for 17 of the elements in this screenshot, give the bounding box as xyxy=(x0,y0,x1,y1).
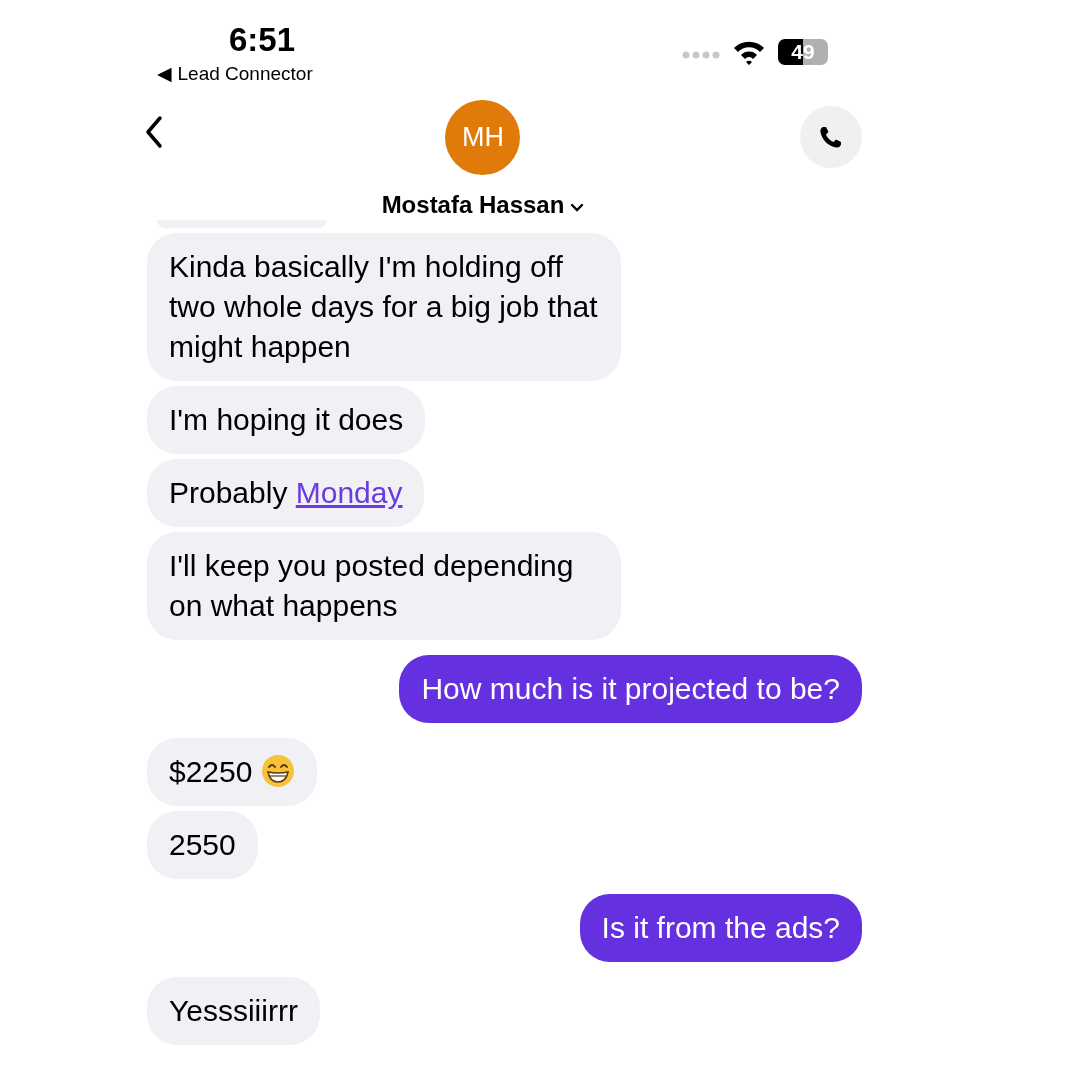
grinning-emoji-icon xyxy=(260,754,295,788)
message-bubble: I'll keep you posted depending on what happens xyxy=(147,532,621,640)
message-bubble: How much is it projected to be? xyxy=(399,655,862,723)
clock-time: 6:51 xyxy=(228,20,296,60)
back-to-app-link[interactable]: ◀ Lead Connector xyxy=(157,60,313,88)
date-link[interactable]: Monday xyxy=(295,476,403,509)
message-bubble: $2250 xyxy=(147,738,317,806)
signal-icon xyxy=(682,51,720,59)
message-bubble: Probably Monday xyxy=(147,459,425,527)
message-bubble: Is it from the ads? xyxy=(579,894,862,962)
message-bubble: Yesssiiirrr xyxy=(147,977,320,1045)
message-bubble: 2550 xyxy=(147,811,258,879)
phone-icon xyxy=(818,124,844,150)
message-bubble: Kinda basically I'm holding off two whole days for a big job that might happen xyxy=(147,233,621,381)
message-bubble: I'm hoping it does xyxy=(147,386,426,454)
chevron-down-icon xyxy=(570,201,585,212)
contact-name[interactable]: Mostafa Hassan xyxy=(381,191,585,219)
